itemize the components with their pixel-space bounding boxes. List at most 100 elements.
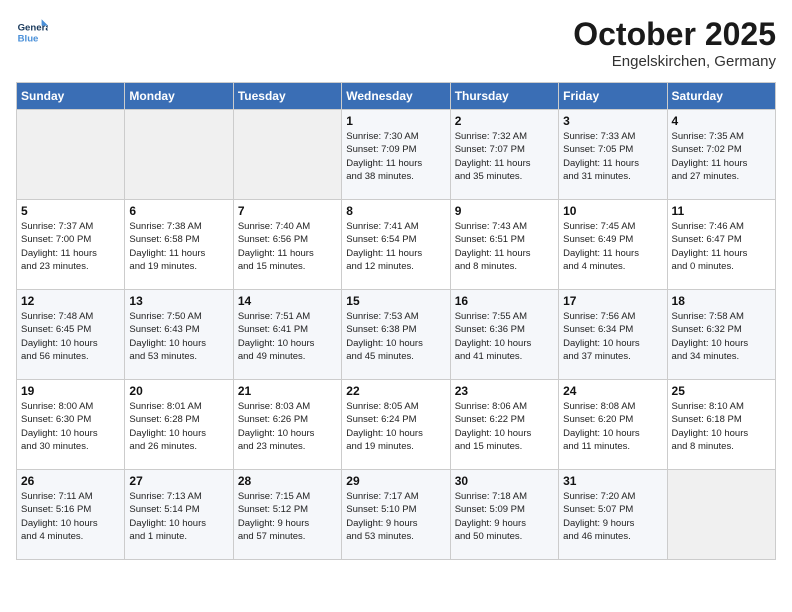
day-number: 27 — [129, 474, 228, 488]
day-number: 14 — [238, 294, 337, 308]
week-row-3: 12 Sunrise: 7:48 AMSunset: 6:45 PMDayligh… — [17, 290, 776, 380]
title-area: October 2025 Engelskirchen, Germany — [573, 16, 776, 70]
day-number: 28 — [238, 474, 337, 488]
table-cell: 17Sunrise: 7:56 AMSunset: 6:34 PMDayligh… — [559, 290, 667, 380]
table-cell: 20 Sunrise: 8:01 AMSunset: 6:28 PMDayligh… — [125, 380, 233, 470]
day-info: Sunrise: 7:35 AMSunset: 7:02 PMDaylight:… — [672, 130, 771, 183]
table-cell: 5 Sunrise: 7:37 AMSunset: 7:00 PMDaylight… — [17, 200, 125, 290]
calendar-subtitle: Engelskirchen, Germany — [573, 53, 776, 70]
header-saturday: Saturday — [667, 83, 775, 110]
logo: General Blue — [16, 16, 48, 48]
weekday-header-row: Sunday Monday Tuesday Wednesday Thursday… — [17, 83, 776, 110]
day-number: 23 — [455, 384, 554, 398]
day-info: Sunrise: 7:32 AMSunset: 7:07 PMDaylight:… — [455, 130, 554, 183]
day-info: Sunrise: 7:11 AMSunset: 5:16 PMDaylight:… — [21, 490, 120, 543]
table-cell: 31 Sunrise: 7:20 AMSunset: 5:07 PMDayligh… — [559, 470, 667, 560]
day-info: Sunrise: 7:56 AMSunset: 6:34 PMDaylight:… — [563, 310, 662, 363]
day-number: 7 — [238, 204, 337, 218]
week-row-4: 19Sunrise: 8:00 AMSunset: 6:30 PMDayligh… — [17, 380, 776, 470]
table-cell: 24Sunrise: 8:08 AMSunset: 6:20 PMDayligh… — [559, 380, 667, 470]
day-info: Sunrise: 7:30 AMSunset: 7:09 PMDaylight:… — [346, 130, 445, 183]
day-number: 16 — [455, 294, 554, 308]
table-cell: 29Sunrise: 7:17 AMSunset: 5:10 PMDayligh… — [342, 470, 450, 560]
day-info: Sunrise: 7:38 AMSunset: 6:58 PMDaylight:… — [129, 220, 228, 273]
day-number: 30 — [455, 474, 554, 488]
day-number: 2 — [455, 114, 554, 128]
table-cell: 22 Sunrise: 8:05 AMSunset: 6:24 PMDayligh… — [342, 380, 450, 470]
day-info: Sunrise: 7:41 AMSunset: 6:54 PMDaylight:… — [346, 220, 445, 273]
day-info: Sunrise: 7:55 AMSunset: 6:36 PMDaylight:… — [455, 310, 554, 363]
day-info: Sunrise: 8:03 AMSunset: 6:26 PMDaylight:… — [238, 400, 337, 453]
table-cell: 28 Sunrise: 7:15 AMSunset: 5:12 PMDayligh… — [233, 470, 341, 560]
day-number: 9 — [455, 204, 554, 218]
page-header: General Blue October 2025 Engelskirchen,… — [16, 16, 776, 70]
day-number: 13 — [129, 294, 228, 308]
day-info: Sunrise: 7:45 AMSunset: 6:49 PMDaylight:… — [563, 220, 662, 273]
table-cell: 18 Sunrise: 7:58 AMSunset: 6:32 PMDayligh… — [667, 290, 775, 380]
day-info: Sunrise: 7:43 AMSunset: 6:51 PMDaylight:… — [455, 220, 554, 273]
day-info: Sunrise: 7:37 AMSunset: 7:00 PMDaylight:… — [21, 220, 120, 273]
day-number: 26 — [21, 474, 120, 488]
day-info: Sunrise: 7:46 AMSunset: 6:47 PMDaylight:… — [672, 220, 771, 273]
table-cell: 13 Sunrise: 7:50 AMSunset: 6:43 PMDayligh… — [125, 290, 233, 380]
calendar-table: Sunday Monday Tuesday Wednesday Thursday… — [16, 82, 776, 560]
day-number: 3 — [563, 114, 662, 128]
day-number: 18 — [672, 294, 771, 308]
day-number: 15 — [346, 294, 445, 308]
day-number: 4 — [672, 114, 771, 128]
day-info: Sunrise: 7:48 AMSunset: 6:45 PMDaylight:… — [21, 310, 120, 363]
day-info: Sunrise: 7:13 AMSunset: 5:14 PMDaylight:… — [129, 490, 228, 543]
svg-text:Blue: Blue — [18, 34, 39, 45]
table-cell — [125, 110, 233, 200]
header-tuesday: Tuesday — [233, 83, 341, 110]
table-cell — [17, 110, 125, 200]
day-info: Sunrise: 7:53 AMSunset: 6:38 PMDaylight:… — [346, 310, 445, 363]
table-cell: 21Sunrise: 8:03 AMSunset: 6:26 PMDayligh… — [233, 380, 341, 470]
calendar-title: October 2025 — [573, 16, 776, 53]
day-info: Sunrise: 7:18 AMSunset: 5:09 PMDaylight:… — [455, 490, 554, 543]
day-info: Sunrise: 7:15 AMSunset: 5:12 PMDaylight:… — [238, 490, 337, 543]
day-info: Sunrise: 8:01 AMSunset: 6:28 PMDaylight:… — [129, 400, 228, 453]
logo-icon: General Blue — [16, 16, 48, 48]
table-cell: 30 Sunrise: 7:18 AMSunset: 5:09 PMDayligh… — [450, 470, 558, 560]
day-number: 11 — [672, 204, 771, 218]
day-number: 29 — [346, 474, 445, 488]
table-cell: 26 Sunrise: 7:11 AMSunset: 5:16 PMDayligh… — [17, 470, 125, 560]
day-info: Sunrise: 7:40 AMSunset: 6:56 PMDaylight:… — [238, 220, 337, 273]
day-number: 12 — [21, 294, 120, 308]
day-number: 20 — [129, 384, 228, 398]
day-info: Sunrise: 7:20 AMSunset: 5:07 PMDaylight:… — [563, 490, 662, 543]
day-info: Sunrise: 8:10 AMSunset: 6:18 PMDaylight:… — [672, 400, 771, 453]
day-number: 31 — [563, 474, 662, 488]
table-cell: 8Sunrise: 7:41 AMSunset: 6:54 PMDaylight… — [342, 200, 450, 290]
header-wednesday: Wednesday — [342, 83, 450, 110]
table-cell: 12 Sunrise: 7:48 AMSunset: 6:45 PMDayligh… — [17, 290, 125, 380]
table-cell: 23Sunrise: 8:06 AMSunset: 6:22 PMDayligh… — [450, 380, 558, 470]
table-cell: 10 Sunrise: 7:45 AMSunset: 6:49 PMDayligh… — [559, 200, 667, 290]
table-cell: 14 Sunrise: 7:51 AMSunset: 6:41 PMDayligh… — [233, 290, 341, 380]
header-sunday: Sunday — [17, 83, 125, 110]
table-cell: 16 Sunrise: 7:55 AMSunset: 6:36 PMDayligh… — [450, 290, 558, 380]
table-cell: 1 Sunrise: 7:30 AMSunset: 7:09 PMDaylight… — [342, 110, 450, 200]
table-cell: 27 Sunrise: 7:13 AMSunset: 5:14 PMDayligh… — [125, 470, 233, 560]
day-number: 6 — [129, 204, 228, 218]
day-number: 1 — [346, 114, 445, 128]
table-cell — [667, 470, 775, 560]
day-number: 10 — [563, 204, 662, 218]
week-row-5: 26 Sunrise: 7:11 AMSunset: 5:16 PMDayligh… — [17, 470, 776, 560]
day-info: Sunrise: 8:05 AMSunset: 6:24 PMDaylight:… — [346, 400, 445, 453]
day-number: 5 — [21, 204, 120, 218]
table-cell: 7 Sunrise: 7:40 AMSunset: 6:56 PMDaylight… — [233, 200, 341, 290]
table-cell: 3 Sunrise: 7:33 AMSunset: 7:05 PMDaylight… — [559, 110, 667, 200]
day-info: Sunrise: 7:58 AMSunset: 6:32 PMDaylight:… — [672, 310, 771, 363]
day-info: Sunrise: 7:50 AMSunset: 6:43 PMDaylight:… — [129, 310, 228, 363]
table-cell: 25Sunrise: 8:10 AMSunset: 6:18 PMDayligh… — [667, 380, 775, 470]
header-thursday: Thursday — [450, 83, 558, 110]
day-number: 22 — [346, 384, 445, 398]
table-cell: 2 Sunrise: 7:32 AMSunset: 7:07 PMDaylight… — [450, 110, 558, 200]
day-info: Sunrise: 7:51 AMSunset: 6:41 PMDaylight:… — [238, 310, 337, 363]
table-cell: 11 Sunrise: 7:46 AMSunset: 6:47 PMDayligh… — [667, 200, 775, 290]
table-cell — [233, 110, 341, 200]
day-number: 24 — [563, 384, 662, 398]
day-info: Sunrise: 7:33 AMSunset: 7:05 PMDaylight:… — [563, 130, 662, 183]
